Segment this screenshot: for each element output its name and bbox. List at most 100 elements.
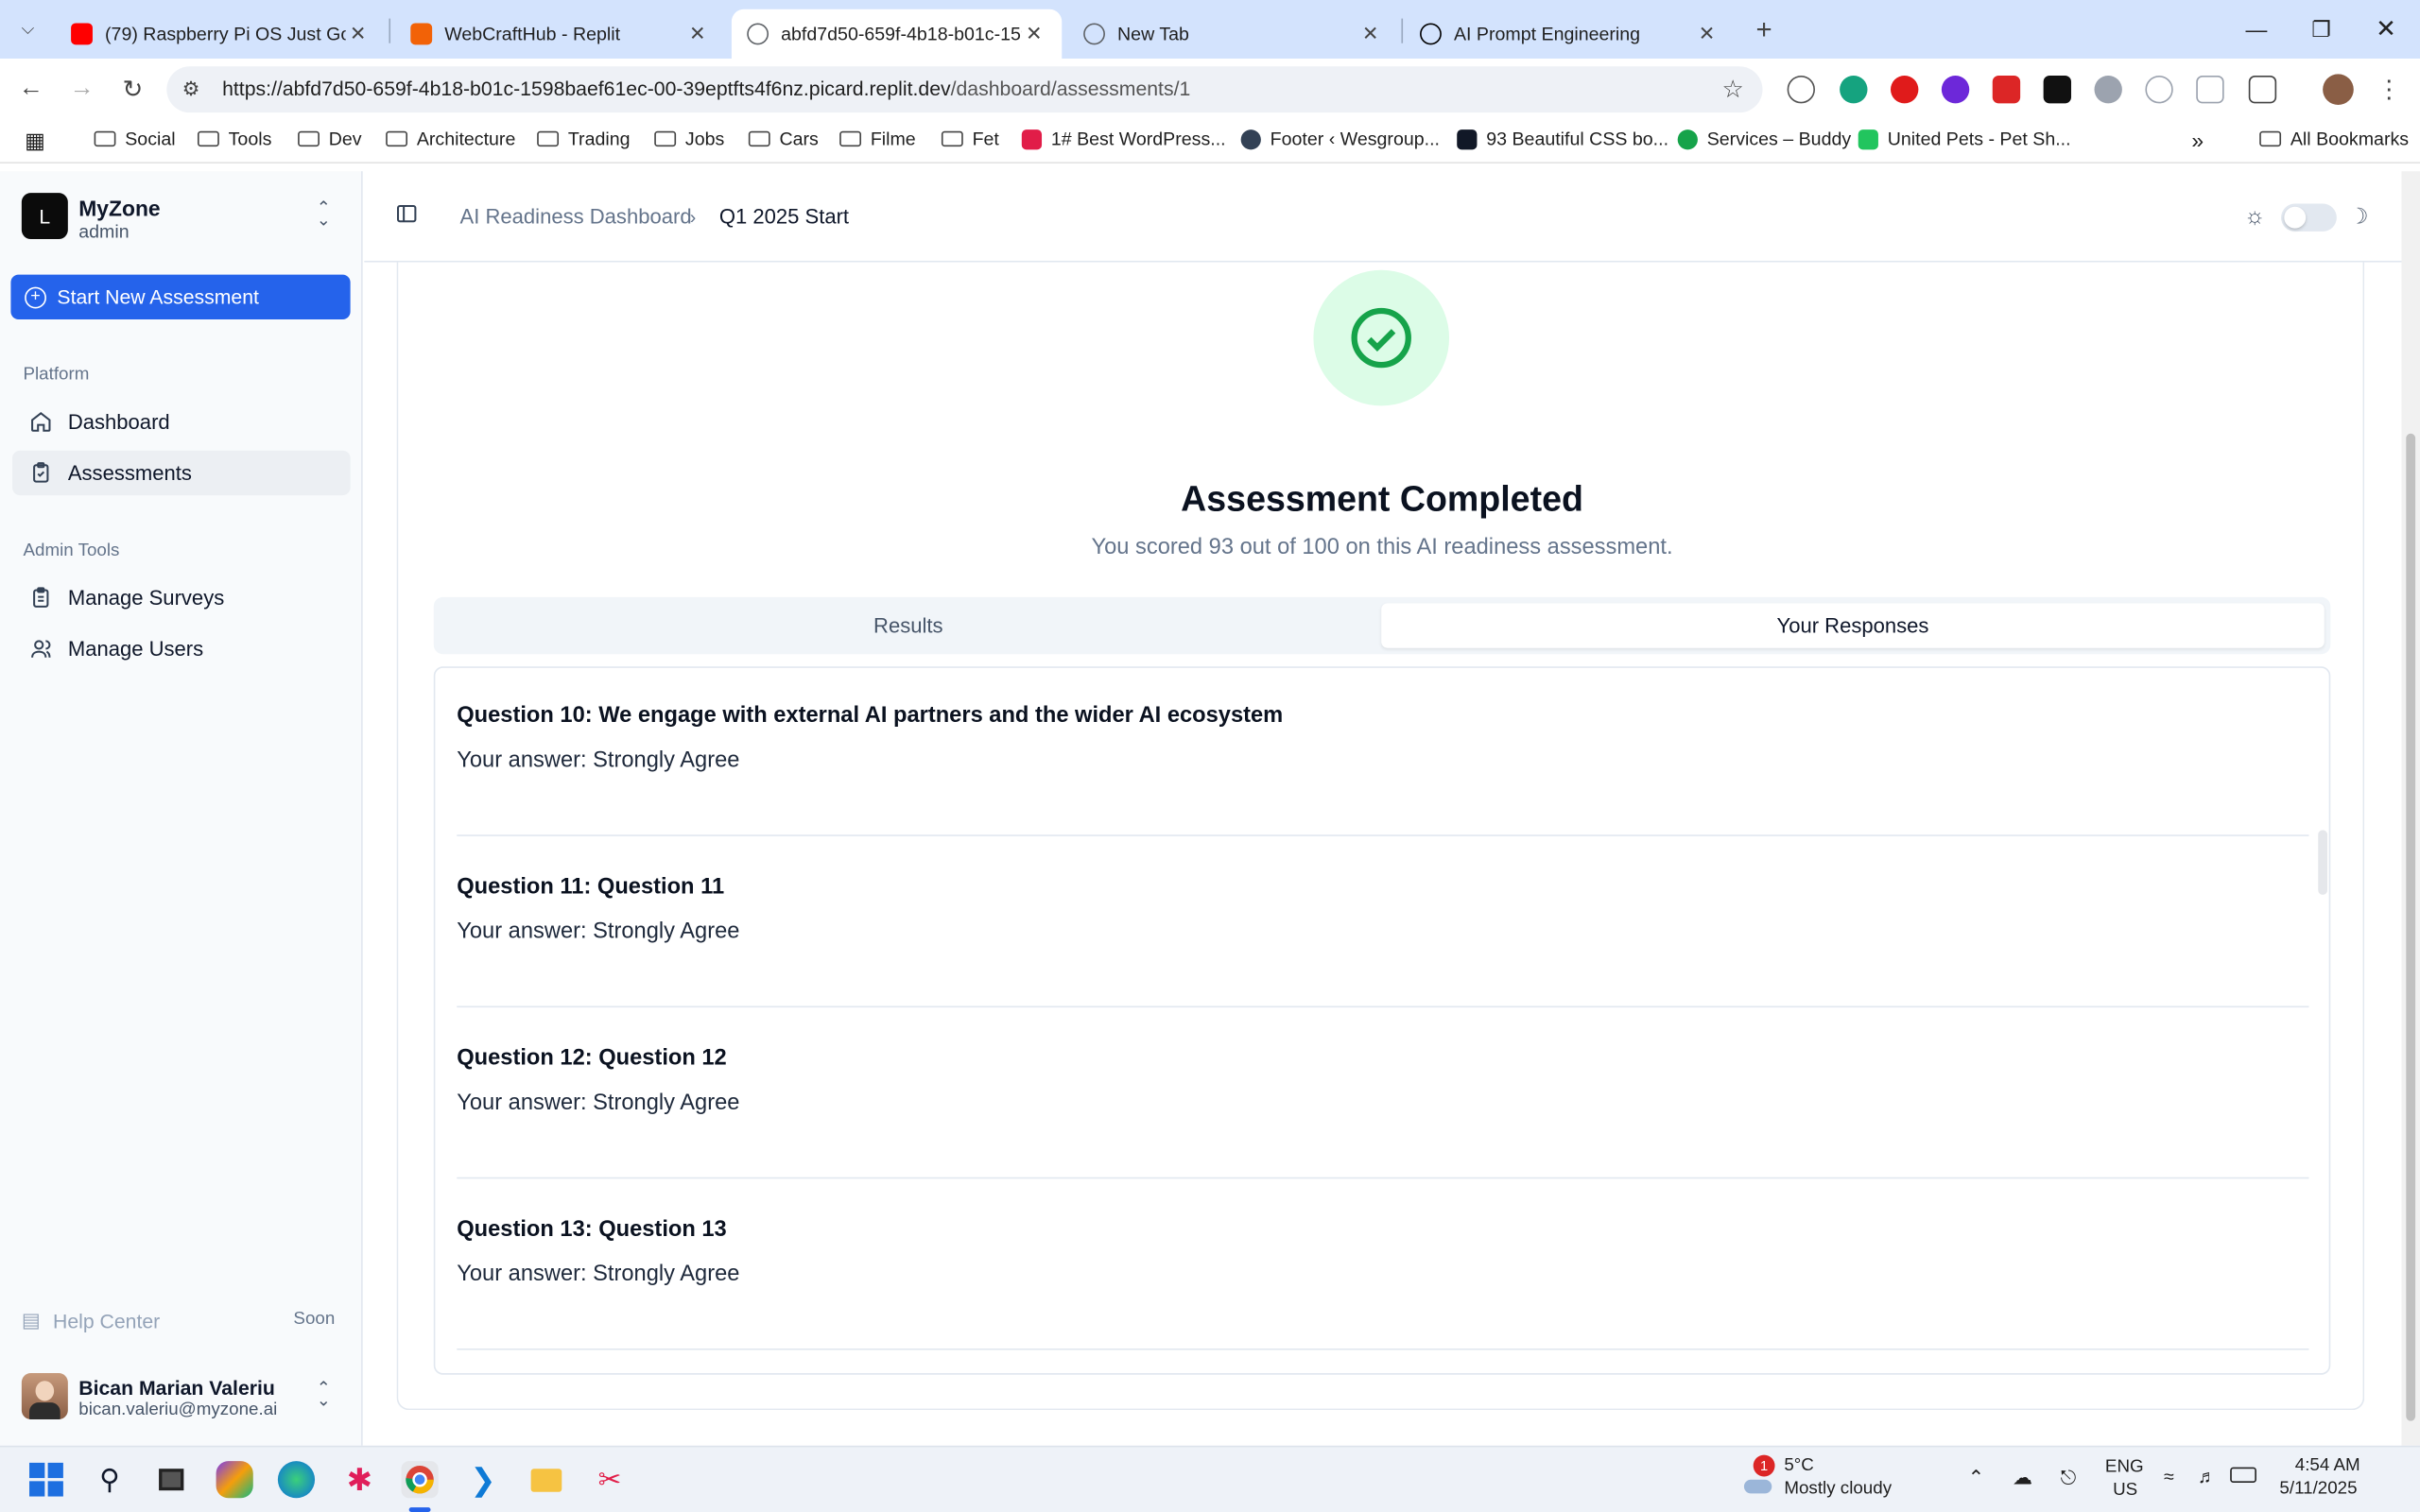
clock-time[interactable]: 4:54 AM bbox=[2295, 1456, 2360, 1475]
clock-date[interactable]: 5/11/2025 bbox=[2279, 1480, 2357, 1499]
bookmark-star-icon[interactable]: ☆ bbox=[1721, 74, 1743, 105]
extensions-puzzle-icon[interactable] bbox=[2248, 75, 2277, 104]
active-app-indicator bbox=[408, 1507, 431, 1512]
extension-icon[interactable] bbox=[1890, 75, 1919, 104]
sidebar-item-manage-users[interactable]: Manage Users bbox=[12, 627, 351, 671]
start-new-assessment-button[interactable]: + Start New Assessment bbox=[10, 274, 351, 319]
profile-avatar[interactable] bbox=[2323, 74, 2354, 106]
volume-icon[interactable]: ♬ bbox=[2198, 1466, 2217, 1487]
windows-start-icon[interactable] bbox=[27, 1461, 64, 1498]
site-info-icon[interactable]: ⚙ bbox=[182, 77, 200, 102]
close-icon[interactable]: ✕ bbox=[1695, 22, 1720, 46]
keyboard-layout[interactable]: US bbox=[2113, 1481, 2137, 1500]
org-logo[interactable]: L bbox=[21, 193, 68, 240]
restore-icon[interactable]: ❐ bbox=[2289, 0, 2354, 59]
chevrons-up-down-icon[interactable]: ⌃ ⌄ bbox=[317, 1380, 331, 1409]
sidebar-item-dashboard[interactable]: Dashboard bbox=[12, 400, 351, 444]
file-explorer-icon[interactable] bbox=[527, 1461, 564, 1498]
bookmark-label: Trading bbox=[567, 128, 631, 150]
divider bbox=[457, 834, 2309, 836]
vscode-icon[interactable]: ❯ bbox=[464, 1461, 501, 1498]
chevron-up-icon[interactable]: ⌃ bbox=[1968, 1466, 1985, 1490]
bookmark-folder[interactable]: Filme bbox=[839, 129, 916, 149]
bookmark-link[interactable]: United Pets - Pet Sh... bbox=[1858, 129, 2071, 149]
slack-icon[interactable]: ✱ bbox=[341, 1461, 378, 1498]
extension-icon[interactable] bbox=[2094, 75, 2122, 104]
extension-icon[interactable] bbox=[1992, 75, 2021, 104]
chrome-icon[interactable] bbox=[401, 1461, 439, 1499]
microphone-icon[interactable]: ⎋ bbox=[2061, 1466, 2077, 1490]
new-tab-icon[interactable]: + bbox=[1746, 10, 1783, 47]
back-icon[interactable]: ← bbox=[12, 71, 49, 108]
more-bookmarks-icon[interactable]: » bbox=[2191, 129, 2204, 153]
edge-icon[interactable] bbox=[277, 1461, 316, 1499]
browser-tab[interactable]: (79) Raspberry Pi OS Just Got a ✕ bbox=[56, 9, 386, 59]
browser-tab[interactable]: WebCraftHub - Replit ✕ bbox=[395, 9, 725, 59]
sidebar-item-assessments[interactable]: Assessments bbox=[12, 450, 351, 496]
bookmark-link[interactable]: Footer ‹ Wesgroup... bbox=[1240, 129, 1440, 149]
tab-separator bbox=[1401, 18, 1404, 43]
search-icon[interactable]: ⚲ bbox=[91, 1461, 128, 1498]
bookmark-folder[interactable]: Tools bbox=[197, 129, 271, 149]
extension-icon[interactable] bbox=[2145, 75, 2173, 104]
weather-icon[interactable]: 1 bbox=[1737, 1454, 1775, 1498]
bookmark-folder[interactable]: Social bbox=[94, 129, 176, 149]
wifi-icon[interactable]: ≈ bbox=[2164, 1466, 2174, 1487]
folder-icon bbox=[537, 130, 560, 147]
bookmark-folder[interactable]: Jobs bbox=[654, 129, 724, 149]
all-bookmarks[interactable]: All Bookmarks bbox=[2259, 129, 2409, 149]
bookmark-link[interactable]: 93 Beautiful CSS bo... bbox=[1457, 129, 1668, 149]
minimize-icon[interactable]: — bbox=[2224, 0, 2290, 59]
bookmark-folder[interactable]: Dev bbox=[298, 129, 362, 149]
address-bar[interactable]: ⚙ https://abfd7d50-659f-4b18-b01c-1598ba… bbox=[166, 66, 1763, 113]
browser-tab-active[interactable]: abfd7d50-659f-4b18-b01c-159 ✕ bbox=[731, 9, 1063, 60]
menu-dots-icon[interactable]: ⋮ bbox=[2371, 71, 2408, 108]
org-name[interactable]: MyZone bbox=[78, 196, 160, 220]
tab-search-icon[interactable]: ⌵ bbox=[9, 10, 46, 47]
divider bbox=[457, 1005, 2309, 1008]
snipping-tool-icon[interactable]: ✂ bbox=[591, 1461, 628, 1498]
scrollbar-thumb[interactable] bbox=[2406, 433, 2416, 1421]
bookmark-folder[interactable]: Trading bbox=[537, 128, 631, 150]
folder-icon bbox=[2259, 130, 2282, 147]
bookmark-folder[interactable]: Cars bbox=[748, 129, 819, 149]
sidebar-toggle-icon[interactable] bbox=[395, 202, 418, 233]
user-name[interactable]: Bican Marian Valeriu bbox=[78, 1376, 275, 1399]
close-icon[interactable]: ✕ bbox=[1022, 22, 1046, 46]
browser-tab[interactable]: New Tab ✕ bbox=[1068, 9, 1398, 59]
bookmark-folder[interactable]: Fet bbox=[941, 129, 999, 149]
breadcrumb-parent[interactable]: AI Readiness Dashboard bbox=[460, 205, 692, 228]
avatar[interactable] bbox=[21, 1373, 68, 1420]
answer-text: Your answer: Strongly Agree bbox=[457, 1262, 740, 1287]
bookmark-folder[interactable]: Architecture bbox=[386, 129, 515, 149]
sidebar-item-manage-surveys[interactable]: Manage Surveys bbox=[12, 576, 351, 620]
close-icon[interactable]: ✕ bbox=[1358, 22, 1383, 46]
tab-your-responses[interactable]: Your Responses bbox=[1381, 603, 2325, 648]
forward-icon[interactable]: → bbox=[63, 71, 100, 108]
tab-results[interactable]: Results bbox=[440, 603, 1376, 647]
window-close-icon[interactable]: ✕ bbox=[2354, 0, 2419, 59]
grammarly-icon[interactable] bbox=[1840, 75, 1868, 104]
task-view-icon[interactable] bbox=[153, 1461, 190, 1498]
extension-icon[interactable] bbox=[2043, 75, 2072, 104]
folder-icon bbox=[386, 130, 408, 147]
responses-scrollbar[interactable] bbox=[2318, 830, 2328, 895]
onedrive-icon[interactable]: ☁ bbox=[2013, 1466, 2032, 1490]
bookmark-link[interactable]: Services – Buddy bbox=[1677, 129, 1851, 149]
bookmark-link[interactable]: 1# Best WordPress... bbox=[1021, 129, 1226, 149]
theme-toggle[interactable] bbox=[2281, 203, 2337, 232]
copilot-icon[interactable] bbox=[216, 1461, 253, 1499]
extension-icon[interactable] bbox=[2196, 75, 2224, 104]
chevrons-up-down-icon[interactable]: ⌃ ⌄ bbox=[317, 199, 331, 229]
close-icon[interactable]: ✕ bbox=[685, 22, 710, 46]
battery-icon[interactable] bbox=[2230, 1467, 2256, 1483]
browser-tab[interactable]: AI Prompt Engineering ✕ bbox=[1405, 9, 1735, 59]
close-icon[interactable]: ✕ bbox=[346, 22, 371, 46]
page-scrollbar[interactable] bbox=[2401, 171, 2420, 1446]
url-host: https://abfd7d50-659f-4b18-b01c-1598baef… bbox=[222, 77, 951, 101]
extension-icon[interactable] bbox=[1941, 75, 1970, 104]
extension-icon[interactable] bbox=[1787, 75, 1815, 104]
language-code[interactable]: ENG bbox=[2105, 1458, 2144, 1477]
reload-icon[interactable]: ↻ bbox=[114, 71, 151, 108]
apps-grid-icon[interactable]: ▦ bbox=[25, 129, 45, 155]
